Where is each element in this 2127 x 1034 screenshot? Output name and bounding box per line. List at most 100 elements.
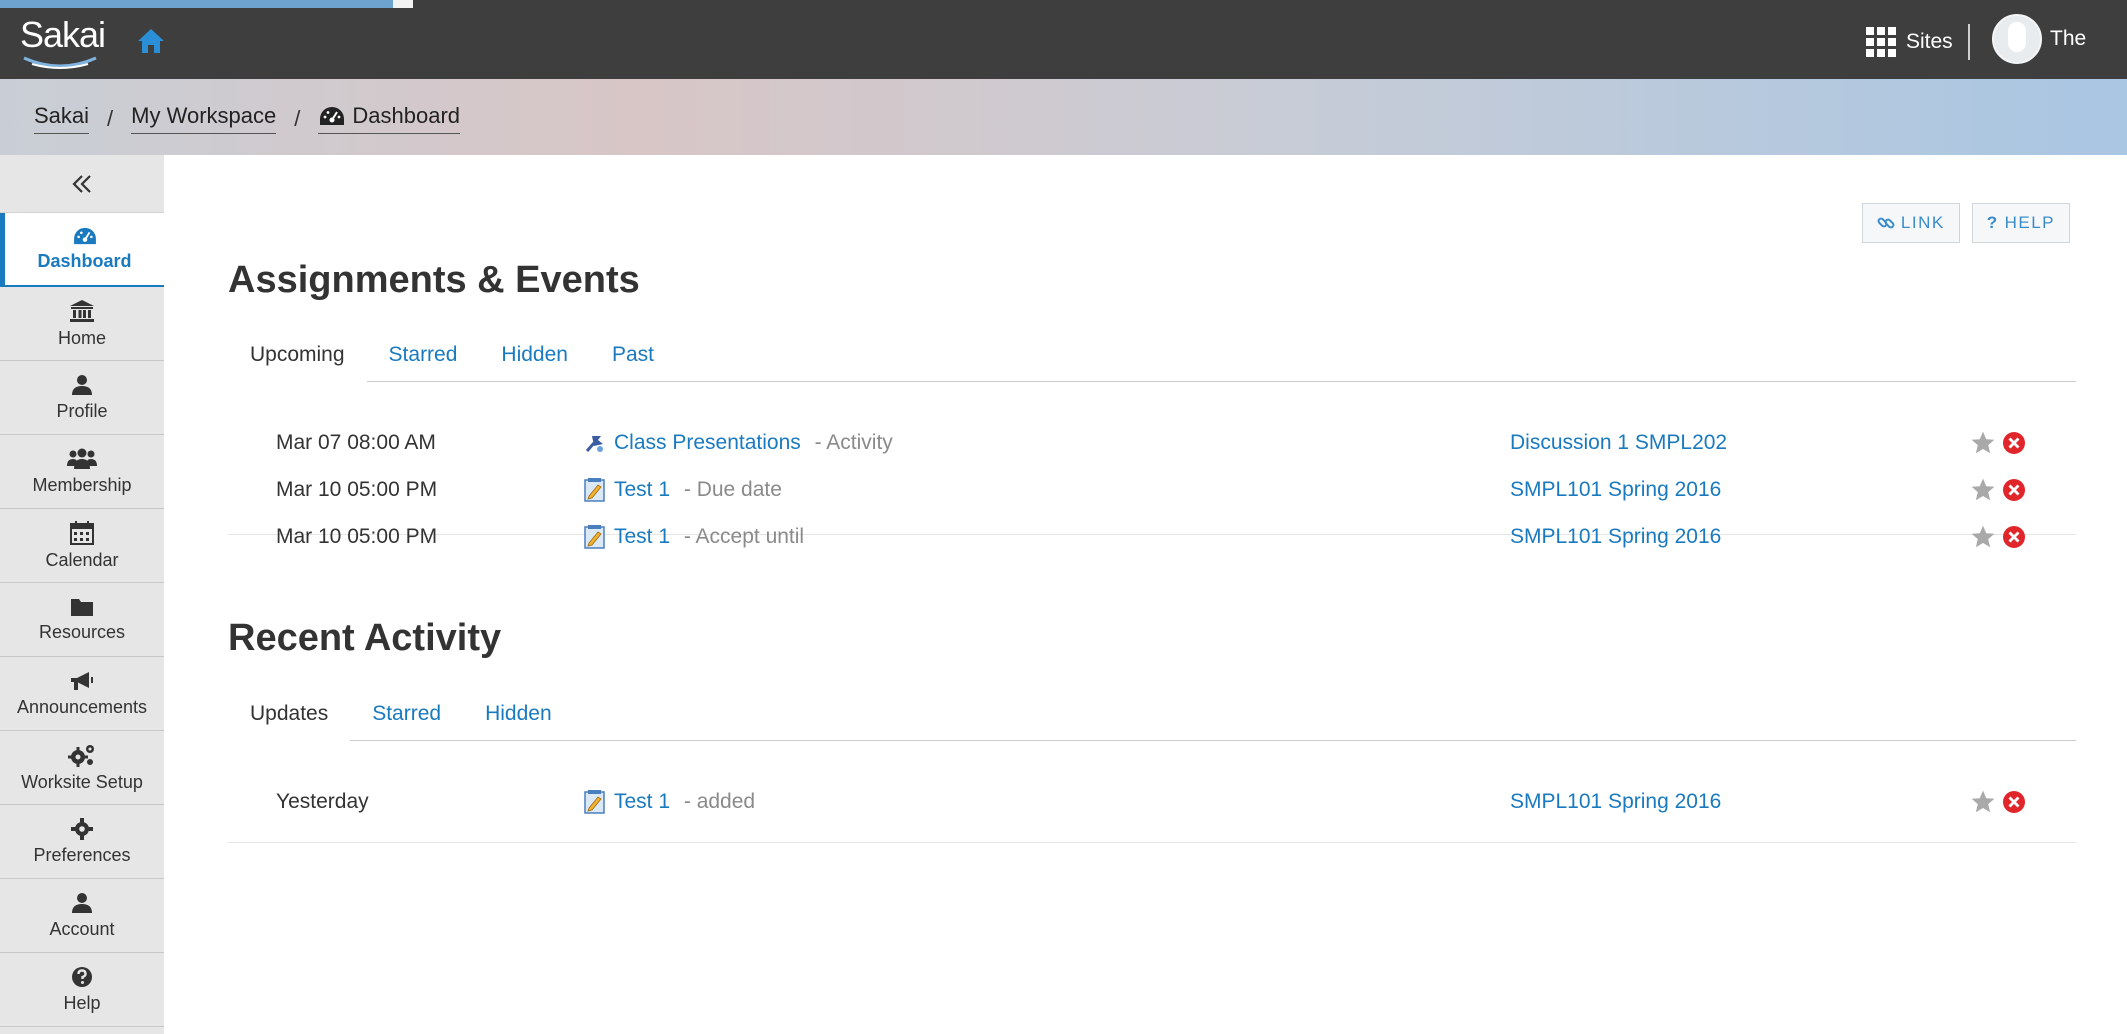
site-link[interactable]: SMPL101 Spring 2016 — [1510, 525, 1721, 549]
tab-past[interactable]: Past — [590, 332, 676, 382]
sidebar-item-help[interactable]: Help — [0, 953, 164, 1027]
breadcrumb-separator: / — [294, 105, 301, 131]
user-menu[interactable]: The — [1992, 14, 2086, 64]
grid-icon — [1866, 27, 1896, 57]
breadcrumb-sakai[interactable]: Sakai — [34, 103, 90, 134]
event-date: Mar 07 08:00 AM — [276, 431, 436, 454]
users-icon — [67, 448, 97, 469]
hide-icon[interactable] — [2002, 790, 2026, 814]
header-divider — [1968, 24, 1970, 60]
site-link[interactable]: SMPL101 Spring 2016 — [1510, 790, 1721, 814]
tool-sidebar: Dashboard Home Profile Membership Calend… — [0, 155, 164, 1034]
user-icon — [72, 374, 92, 395]
sidebar-item-label: Help — [63, 992, 101, 1013]
star-icon[interactable] — [1970, 524, 1996, 550]
institution-icon — [70, 299, 94, 322]
dashboard-icon — [320, 107, 345, 125]
sidebar-item-label: Calendar — [45, 549, 119, 570]
sidebar-item-calendar[interactable]: Calendar — [0, 509, 164, 583]
event-item: Class Presentations - Activity — [584, 431, 893, 455]
sidebar-item-dashboard[interactable]: Dashboard — [0, 213, 164, 287]
event-link[interactable]: Test 1 — [614, 525, 670, 549]
update-type: - added — [678, 790, 756, 813]
update-date: Yesterday — [276, 790, 369, 813]
megaphone-icon — [71, 671, 93, 690]
recent-activity-list: Yesterday Test 1 - added SMPL101 Spring … — [228, 742, 2076, 843]
list-item: Mar 10 05:00 PM Test 1 - Accept until SM… — [228, 517, 2076, 557]
home-link[interactable] — [134, 24, 168, 58]
site-link[interactable]: Discussion 1 SMPL202 — [1510, 431, 1727, 455]
sidebar-item-label: Resources — [38, 621, 126, 642]
event-link[interactable]: Test 1 — [614, 478, 670, 502]
sidebar-item-label: Worksite Setup — [21, 771, 143, 792]
sidebar-item-label: Account — [49, 918, 115, 939]
tab-upcoming[interactable]: Upcoming — [228, 332, 367, 382]
tab-hidden[interactable]: Hidden — [463, 691, 574, 741]
user-name: The — [2050, 27, 2087, 50]
star-icon[interactable] — [1970, 430, 1996, 456]
loading-bar — [0, 0, 393, 8]
logo-text: Sakai — [20, 14, 106, 55]
event-date: Mar 10 05:00 PM — [276, 525, 438, 548]
sidebar-item-worksite-setup[interactable]: Worksite Setup — [0, 731, 164, 805]
tab-starred[interactable]: Starred — [350, 691, 463, 741]
list-item: Mar 10 05:00 PM Test 1 - Due date SMPL10… — [228, 470, 2076, 510]
sidebar-item-account[interactable]: Account — [0, 879, 164, 953]
star-icon[interactable] — [1970, 477, 1996, 503]
tab-hidden[interactable]: Hidden — [479, 332, 590, 382]
sakai-logo[interactable]: Sakai — [20, 14, 106, 70]
row-actions — [1970, 477, 2026, 503]
sidebar-item-label: Membership — [32, 474, 132, 495]
row-actions — [1970, 430, 2026, 456]
hide-icon[interactable] — [2002, 431, 2026, 455]
question-icon — [72, 966, 92, 987]
assignment-icon — [584, 525, 605, 549]
top-header: Sakai Sites The — [0, 8, 2127, 79]
event-link[interactable]: Class Presentations — [614, 431, 801, 455]
gears-icon — [68, 744, 94, 767]
event-type: - Due date — [678, 478, 782, 501]
breadcrumb-bar: Sakai / My Workspace / Dashboard — [0, 79, 2127, 155]
home-icon — [138, 29, 164, 53]
breadcrumb-my-workspace[interactable]: My Workspace — [131, 103, 277, 134]
assignment-icon — [584, 478, 605, 502]
sidebar-item-announcements[interactable]: Announcements — [0, 657, 164, 731]
update-link[interactable]: Test 1 — [614, 790, 670, 814]
activity-icon — [585, 436, 603, 452]
collapse-sidebar-button[interactable] — [0, 155, 164, 213]
help-button[interactable]: ? HELP — [1971, 203, 2070, 243]
sidebar-item-label: Announcements — [16, 696, 148, 717]
user-icon — [72, 892, 92, 913]
link-button[interactable]: LINK — [1861, 203, 1960, 243]
list-item: Mar 07 08:00 AM Class Presentations - Ac… — [228, 423, 2076, 463]
row-actions — [1970, 789, 2026, 815]
dashboard-icon — [73, 227, 96, 245]
loading-bar-track — [393, 0, 413, 8]
tab-starred[interactable]: Starred — [367, 332, 480, 382]
folder-icon — [71, 598, 93, 616]
sidebar-item-label: Home — [57, 327, 106, 348]
row-actions — [1970, 524, 2026, 550]
event-item: Test 1 - Accept until — [584, 525, 804, 549]
sidebar-item-preferences[interactable]: Preferences — [0, 805, 164, 879]
star-icon[interactable] — [1970, 789, 1996, 815]
avatar — [1992, 14, 2042, 64]
sidebar-item-label: Profile — [56, 400, 108, 421]
breadcrumb-separator: / — [107, 105, 114, 131]
list-item: Yesterday Test 1 - added SMPL101 Spring … — [228, 782, 2076, 822]
assignments-tabs: Upcoming Starred Hidden Past — [228, 332, 2076, 382]
breadcrumb-dashboard[interactable]: Dashboard — [318, 103, 461, 134]
sites-button[interactable]: Sites — [1866, 22, 1953, 62]
site-link[interactable]: SMPL101 Spring 2016 — [1510, 478, 1721, 502]
sidebar-item-resources[interactable]: Resources — [0, 583, 164, 657]
hide-icon[interactable] — [2002, 478, 2026, 502]
breadcrumb: Sakai / My Workspace / Dashboard — [34, 103, 461, 134]
sidebar-item-membership[interactable]: Membership — [0, 435, 164, 509]
tab-updates[interactable]: Updates — [228, 691, 351, 741]
hide-icon[interactable] — [2002, 525, 2026, 549]
event-item: Test 1 - Due date — [584, 478, 782, 502]
sidebar-item-home[interactable]: Home — [0, 287, 164, 361]
sidebar-item-profile[interactable]: Profile — [0, 361, 164, 435]
logo-swoosh-icon — [23, 56, 97, 69]
question-mark-icon: ? — [1986, 213, 1999, 232]
